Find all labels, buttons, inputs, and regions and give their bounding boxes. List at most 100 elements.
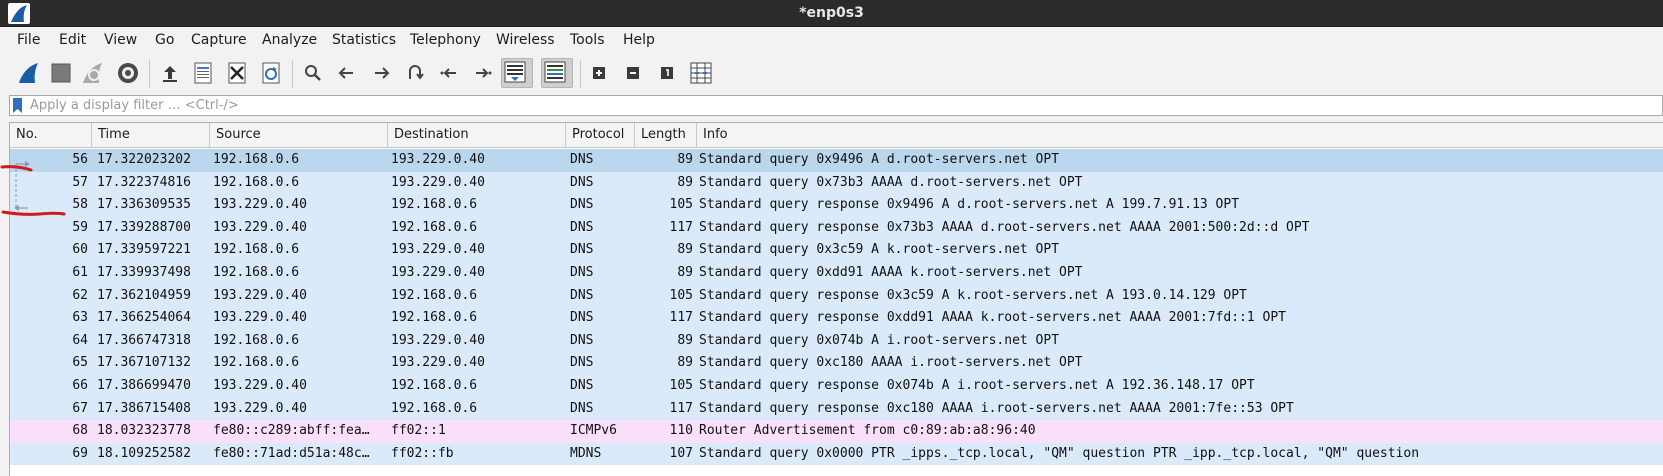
- cell-source: 193.229.0.40: [213, 310, 307, 326]
- zoom-out-icon[interactable]: [620, 60, 646, 86]
- menu-tools[interactable]: Tools: [570, 32, 605, 48]
- cell-source: 193.229.0.40: [213, 378, 307, 393]
- filter-bookmark-icon[interactable]: [13, 98, 22, 113]
- cell-destination: ff02::fb: [391, 445, 454, 461]
- find-packet-icon[interactable]: [300, 60, 326, 86]
- packet-row[interactable]: 60 17.339597221 192.168.0.6 193.229.0.40 DNS…: [10, 239, 1663, 262]
- capture-options-icon[interactable]: [115, 60, 141, 86]
- display-filter-bar: [9, 95, 1663, 116]
- display-filter-input[interactable]: [30, 96, 1650, 115]
- packet-row[interactable]: 58 17.336309535 193.229.0.40 192.168.0.6 DNS…: [10, 194, 1663, 217]
- menu-telephony[interactable]: Telephony: [410, 32, 481, 48]
- cell-length: 89: [677, 152, 693, 167]
- cell-length: 105: [669, 378, 693, 393]
- start-capture-icon[interactable]: [16, 60, 42, 86]
- packet-row[interactable]: 57 17.322374816 192.168.0.6 193.229.0.40 DNS…: [10, 171, 1663, 195]
- cell-length: 117: [669, 310, 693, 326]
- cell-info: Standard query response 0x73b3 AAAA d.ro…: [699, 219, 1310, 235]
- cell-destination: ff02::1: [391, 423, 446, 439]
- packet-row[interactable]: 64 17.366747318 192.168.0.6 193.229.0.40 DNS…: [10, 329, 1663, 353]
- cell-destination: 193.229.0.40: [391, 332, 485, 348]
- menu-help[interactable]: Help: [623, 32, 655, 48]
- cell-info: Standard query response 0xdd91 AAAA k.ro…: [699, 310, 1286, 326]
- menu-analyze[interactable]: Analyze: [262, 32, 317, 48]
- packet-row[interactable]: 65 17.367107132 192.168.0.6 193.229.0.40 DNS…: [10, 352, 1663, 375]
- auto-scroll-icon[interactable]: [501, 58, 533, 88]
- close-file-icon[interactable]: [224, 60, 250, 86]
- cell-destination: 192.168.0.6: [391, 219, 478, 235]
- column-header-info[interactable]: Info: [697, 123, 1663, 148]
- cell-destination: 193.229.0.40: [391, 152, 485, 167]
- menu-statistics[interactable]: Statistics: [332, 32, 396, 48]
- cell-source: 192.168.0.6: [213, 332, 300, 348]
- packet-row[interactable]: 62 17.362104959 193.229.0.40 192.168.0.6 DNS…: [10, 284, 1663, 308]
- cell-no: 56: [72, 152, 88, 167]
- column-header-destination[interactable]: Destination: [388, 123, 566, 148]
- go-back-icon[interactable]: [334, 60, 360, 86]
- go-forward-icon[interactable]: [368, 60, 394, 86]
- menu-file[interactable]: File: [17, 32, 40, 48]
- cell-protocol: DNS: [570, 242, 594, 258]
- cell-no: 65: [72, 355, 88, 371]
- cell-no: 66: [72, 378, 88, 393]
- restart-capture-icon[interactable]: [80, 60, 106, 86]
- resize-columns-icon[interactable]: [688, 60, 714, 86]
- cell-protocol: DNS: [570, 378, 594, 393]
- cell-length: 89: [677, 332, 693, 348]
- packet-row[interactable]: 61 17.339937498 192.168.0.6 193.229.0.40 DNS…: [10, 262, 1663, 285]
- cell-protocol: DNS: [570, 174, 594, 190]
- stop-capture-icon[interactable]: [48, 60, 74, 86]
- menu-go[interactable]: Go: [155, 32, 174, 48]
- packet-row[interactable]: 69 18.109252582 fe80::71ad:d51a:48c… ff02::…: [10, 442, 1663, 466]
- column-header-time[interactable]: Time: [92, 123, 210, 148]
- cell-source: 193.229.0.40: [213, 287, 307, 303]
- column-header-source[interactable]: Source: [210, 123, 388, 148]
- cell-destination: 193.229.0.40: [391, 265, 485, 280]
- go-to-packet-icon[interactable]: [402, 60, 428, 86]
- cell-protocol: DNS: [570, 400, 594, 416]
- cell-source: fe80::71ad:d51a:48c…: [213, 445, 370, 461]
- save-file-icon[interactable]: [190, 60, 216, 86]
- cell-length: 89: [677, 242, 693, 258]
- cell-info: Standard query 0x074b A i.root-servers.n…: [699, 332, 1060, 348]
- menu-wireless[interactable]: Wireless: [496, 32, 555, 48]
- cell-no: 68: [72, 423, 88, 439]
- cell-info: Standard query 0xdd91 AAAA k.root-server…: [699, 265, 1083, 280]
- cell-info: Standard query response 0x3c59 A k.root-…: [699, 287, 1247, 303]
- reload-file-icon[interactable]: [258, 60, 284, 86]
- title-bar: *enp0s3: [0, 0, 1663, 27]
- cell-length: 107: [669, 445, 693, 461]
- cell-source: 193.229.0.40: [213, 219, 307, 235]
- cell-no: 62: [72, 287, 88, 303]
- cell-info: Standard query 0xc180 AAAA i.root-server…: [699, 355, 1083, 371]
- menu-capture[interactable]: Capture: [191, 32, 247, 48]
- open-file-icon[interactable]: [157, 60, 183, 86]
- cell-info: Standard query response 0x074b A i.root-…: [699, 378, 1255, 393]
- cell-source: 192.168.0.6: [213, 174, 300, 190]
- menu-edit[interactable]: Edit: [59, 32, 86, 48]
- cell-time: 17.366254064: [97, 310, 191, 326]
- packet-row[interactable]: 66 17.386699470 193.229.0.40 192.168.0.6 DNS…: [10, 375, 1663, 398]
- column-header-length[interactable]: Length: [635, 123, 697, 148]
- cell-destination: 193.229.0.40: [391, 174, 485, 190]
- packet-row[interactable]: 59 17.339288700 193.229.0.40 192.168.0.6 DNS…: [10, 216, 1663, 240]
- normal-size-icon[interactable]: [654, 60, 680, 86]
- packet-row[interactable]: 68 18.032323778 fe80::c289:abff:fea… ff02::…: [10, 420, 1663, 443]
- cell-length: 89: [677, 174, 693, 190]
- go-last-packet-icon[interactable]: [470, 60, 496, 86]
- cell-length: 89: [677, 265, 693, 280]
- colorize-icon[interactable]: [541, 58, 573, 88]
- cell-source: 192.168.0.6: [213, 152, 300, 167]
- zoom-in-icon[interactable]: [586, 60, 612, 86]
- packet-row[interactable]: 56 17.322023202 192.168.0.6 193.229.0.40 DNS…: [10, 149, 1663, 172]
- cell-info: Standard query 0x3c59 A k.root-servers.n…: [699, 242, 1060, 258]
- column-header-protocol[interactable]: Protocol: [566, 123, 635, 148]
- packet-row[interactable]: 63 17.366254064 193.229.0.40 192.168.0.6 DNS…: [10, 307, 1663, 330]
- column-header-no[interactable]: No.: [10, 123, 92, 148]
- cell-time: 17.322374816: [97, 174, 191, 190]
- menu-view[interactable]: View: [104, 32, 137, 48]
- packet-row[interactable]: 67 17.386715408 193.229.0.40 192.168.0.6 DNS…: [10, 397, 1663, 421]
- cell-destination: 192.168.0.6: [391, 378, 478, 393]
- cell-time: 18.109252582: [97, 445, 191, 461]
- go-first-packet-icon[interactable]: [436, 60, 462, 86]
